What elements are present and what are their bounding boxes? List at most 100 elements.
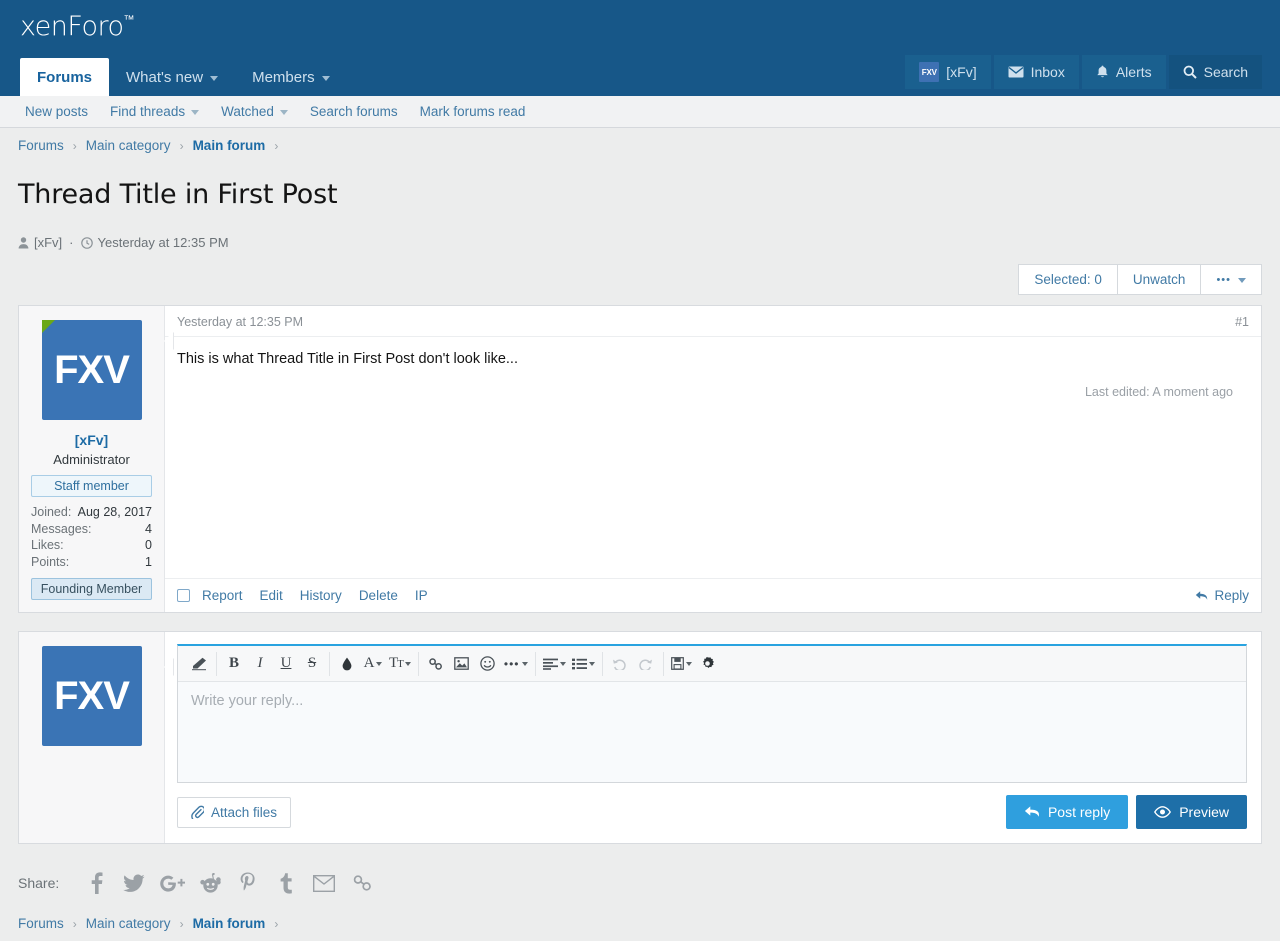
unwatch-button[interactable]: Unwatch [1116, 264, 1202, 296]
undo-icon[interactable] [607, 651, 633, 677]
delete-link[interactable]: Delete [359, 588, 410, 603]
font-family-icon[interactable]: A [360, 651, 386, 677]
envelope-icon [1008, 66, 1024, 78]
breadcrumb-item-main-category[interactable]: Main category [86, 138, 171, 153]
post-body: This is what Thread Title in First Post … [165, 337, 1261, 578]
pinterest-icon[interactable] [229, 868, 267, 898]
staff-member-banner: Staff member [31, 475, 152, 498]
bold-icon[interactable]: B [221, 651, 247, 677]
subnav-item-find-threads[interactable]: Find threads [99, 104, 210, 119]
footer-breadcrumb-item-forums[interactable]: Forums [18, 916, 64, 931]
avatar[interactable]: FXV [41, 646, 142, 747]
link-icon[interactable] [423, 651, 449, 677]
avatar[interactable]: FXV [41, 320, 142, 421]
image-icon[interactable] [449, 651, 475, 677]
avatar-icon: FXV [919, 62, 940, 82]
breadcrumb-separator-icon: › [179, 138, 184, 153]
chevron-down-icon [191, 110, 200, 115]
stat-value: 4 [145, 521, 152, 536]
post-username[interactable]: [xFv] [31, 432, 152, 448]
ip-link[interactable]: IP [415, 588, 440, 603]
reply-arrow-icon [1195, 590, 1208, 602]
smilie-icon[interactable] [475, 651, 501, 677]
tumblr-icon[interactable] [267, 868, 305, 898]
bell-icon [1096, 65, 1109, 79]
attach-files-button[interactable]: Attach files [177, 796, 292, 828]
search-label: Search [1203, 64, 1248, 80]
reply-link[interactable]: Reply [1195, 588, 1249, 603]
list-icon[interactable] [569, 651, 598, 677]
reply-submit-group: Post reply Preview [1005, 795, 1247, 830]
post-reply-button[interactable]: Post reply [1005, 795, 1129, 830]
twitter-icon[interactable] [115, 868, 153, 898]
post-number[interactable]: #1 [1235, 315, 1249, 329]
breadcrumb-item-main-forum[interactable]: Main forum [193, 138, 266, 153]
remove-formatting-icon[interactable] [186, 651, 212, 677]
paperclip-icon [191, 805, 204, 820]
breadcrumb-separator-icon: › [274, 916, 279, 931]
footer-breadcrumb-item-main-forum[interactable]: Main forum [193, 916, 266, 931]
footer-breadcrumb-item-main-category[interactable]: Main category [86, 916, 171, 931]
reply-label: Reply [1214, 588, 1249, 604]
user-menu-button[interactable]: FXV [xFv] [905, 55, 991, 89]
nav-tab-whats-new[interactable]: What's new [109, 58, 235, 96]
facebook-icon[interactable] [77, 868, 115, 898]
nav-tab-label: Forums [37, 68, 93, 86]
subnav-item-mark-forums-read[interactable]: Mark forums read [409, 104, 537, 119]
toolbar-group-typography: A TT [330, 651, 419, 677]
post-content-column: Yesterday at 12:35 PM #1 This is what Th… [165, 306, 1261, 612]
text-color-icon[interactable] [334, 651, 360, 677]
report-link[interactable]: Report [202, 588, 255, 603]
post-date[interactable]: Yesterday at 12:35 PM [177, 315, 303, 329]
more-options-icon[interactable]: ••• [501, 651, 531, 677]
reply-textarea[interactable]: Write your reply... [178, 682, 1246, 783]
page-title: Thread Title in First Post [18, 179, 338, 211]
subnav-item-watched[interactable]: Watched [210, 104, 299, 119]
reddit-icon[interactable] [191, 868, 229, 898]
inbox-label: Inbox [1030, 64, 1065, 80]
inbox-button[interactable]: Inbox [993, 55, 1079, 89]
toolbar-group-history [603, 651, 664, 677]
preview-label: Preview [1179, 804, 1229, 821]
italic-icon[interactable]: I [247, 651, 273, 677]
subnav-label: Search forums [309, 104, 398, 119]
share-label: Share: [18, 875, 60, 892]
edit-link[interactable]: Edit [260, 588, 295, 603]
selected-count-button[interactable]: Selected: 0 [1018, 264, 1118, 296]
align-icon[interactable] [540, 651, 569, 677]
google-plus-icon[interactable] [153, 868, 191, 898]
chevron-down-icon [404, 661, 411, 666]
stat-key: Messages: [31, 521, 92, 536]
subnav-label: Watched [221, 104, 274, 119]
draft-icon[interactable] [668, 651, 695, 677]
underline-icon[interactable]: U [273, 651, 299, 677]
nav-tab-forums[interactable]: Forums [20, 58, 110, 96]
header-logo-bar: xenForo™ [0, 0, 1280, 48]
thread-date[interactable]: Yesterday at 12:35 PM [98, 235, 229, 250]
site-logo[interactable]: xenForo™ [20, 11, 134, 42]
toolbar-group-draft [664, 652, 725, 676]
rich-text-editor: B I U S A TT ••• Write your reply... [177, 644, 1247, 784]
search-button[interactable]: Search [1168, 55, 1262, 89]
thread-author[interactable]: [xFv] [34, 235, 62, 250]
font-size-icon[interactable]: TT [386, 651, 414, 677]
breadcrumb-separator-icon: › [72, 138, 77, 153]
settings-gear-icon[interactable] [695, 651, 721, 677]
stat-value: 1 [145, 554, 152, 569]
nav-tab-members[interactable]: Members [235, 58, 347, 96]
subnav-item-new-posts[interactable]: New posts [14, 104, 99, 119]
strikethrough-icon[interactable]: S [299, 651, 325, 677]
alerts-button[interactable]: Alerts [1081, 55, 1166, 89]
site-logo-tm: ™ [123, 13, 135, 26]
subnav-item-search-forums[interactable]: Search forums [299, 104, 409, 119]
breadcrumb-item-forums[interactable]: Forums [18, 138, 64, 153]
link-icon[interactable] [343, 868, 381, 898]
history-link[interactable]: History [300, 588, 354, 603]
email-icon[interactable] [305, 868, 343, 898]
editor-toolbar: B I U S A TT ••• [178, 646, 1246, 683]
redo-icon[interactable] [633, 651, 659, 677]
post-select-checkbox[interactable] [177, 589, 190, 603]
thread-action-bar: Selected: 0 Unwatch ••• [0, 250, 1280, 305]
more-actions-button[interactable]: ••• [1200, 264, 1262, 296]
preview-button[interactable]: Preview [1136, 795, 1247, 830]
